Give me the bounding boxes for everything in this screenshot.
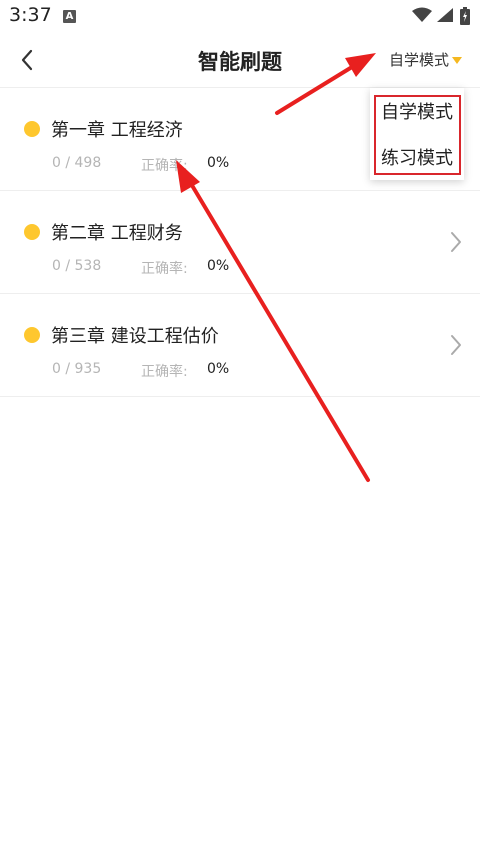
chapter-progress: 0 / 498: [52, 155, 102, 171]
battery-icon: [460, 7, 470, 25]
wifi-icon: [412, 7, 432, 22]
chapter-item[interactable]: 第二章 工程财务 0 / 538 正确率: 0%: [0, 191, 480, 294]
chapter-accuracy-value: 0%: [207, 258, 230, 274]
chapter-title: 第一章 工程经济: [51, 120, 183, 141]
chevron-right-icon: [451, 232, 461, 252]
chapter-title: 第三章 建设工程估价: [51, 326, 219, 347]
a-icon: A: [63, 10, 76, 23]
chapter-progress: 0 / 538: [52, 258, 102, 274]
status-time: 3:37: [9, 4, 52, 26]
chapter-title: 第二章 工程财务: [51, 223, 183, 244]
header: 智能刷题 自学模式: [0, 36, 480, 86]
chapter-accuracy-label: 正确率:: [141, 158, 188, 174]
mode-option-self-study[interactable]: 自学模式: [370, 98, 464, 124]
dot-icon: [24, 121, 40, 137]
chapter-item[interactable]: 第三章 建设工程估价 0 / 935 正确率: 0%: [0, 294, 480, 397]
chevron-right-icon: [451, 335, 461, 355]
signal-icon: [437, 8, 453, 22]
caret-down-icon: [452, 56, 462, 64]
mode-selector-label: 自学模式: [388, 51, 449, 69]
mode-dropdown-menu: 自学模式 练习模式: [370, 88, 464, 180]
mode-selector-button[interactable]: 自学模式: [389, 49, 462, 70]
dot-icon: [24, 224, 40, 240]
chapter-accuracy-value: 0%: [207, 155, 230, 171]
mode-option-practice[interactable]: 练习模式: [370, 144, 464, 170]
status-bar: 3:37 A: [0, 0, 480, 36]
dot-icon: [24, 327, 40, 343]
chapter-progress: 0 / 935: [52, 361, 102, 377]
chapter-accuracy-label: 正确率:: [141, 364, 188, 380]
chapter-accuracy-label: 正确率:: [141, 261, 188, 277]
chapter-accuracy-value: 0%: [207, 361, 230, 377]
screen: 3:37 A 智能刷题 自学模式 第一章 工程经济 0 / 498 正确率: 0…: [0, 0, 480, 853]
